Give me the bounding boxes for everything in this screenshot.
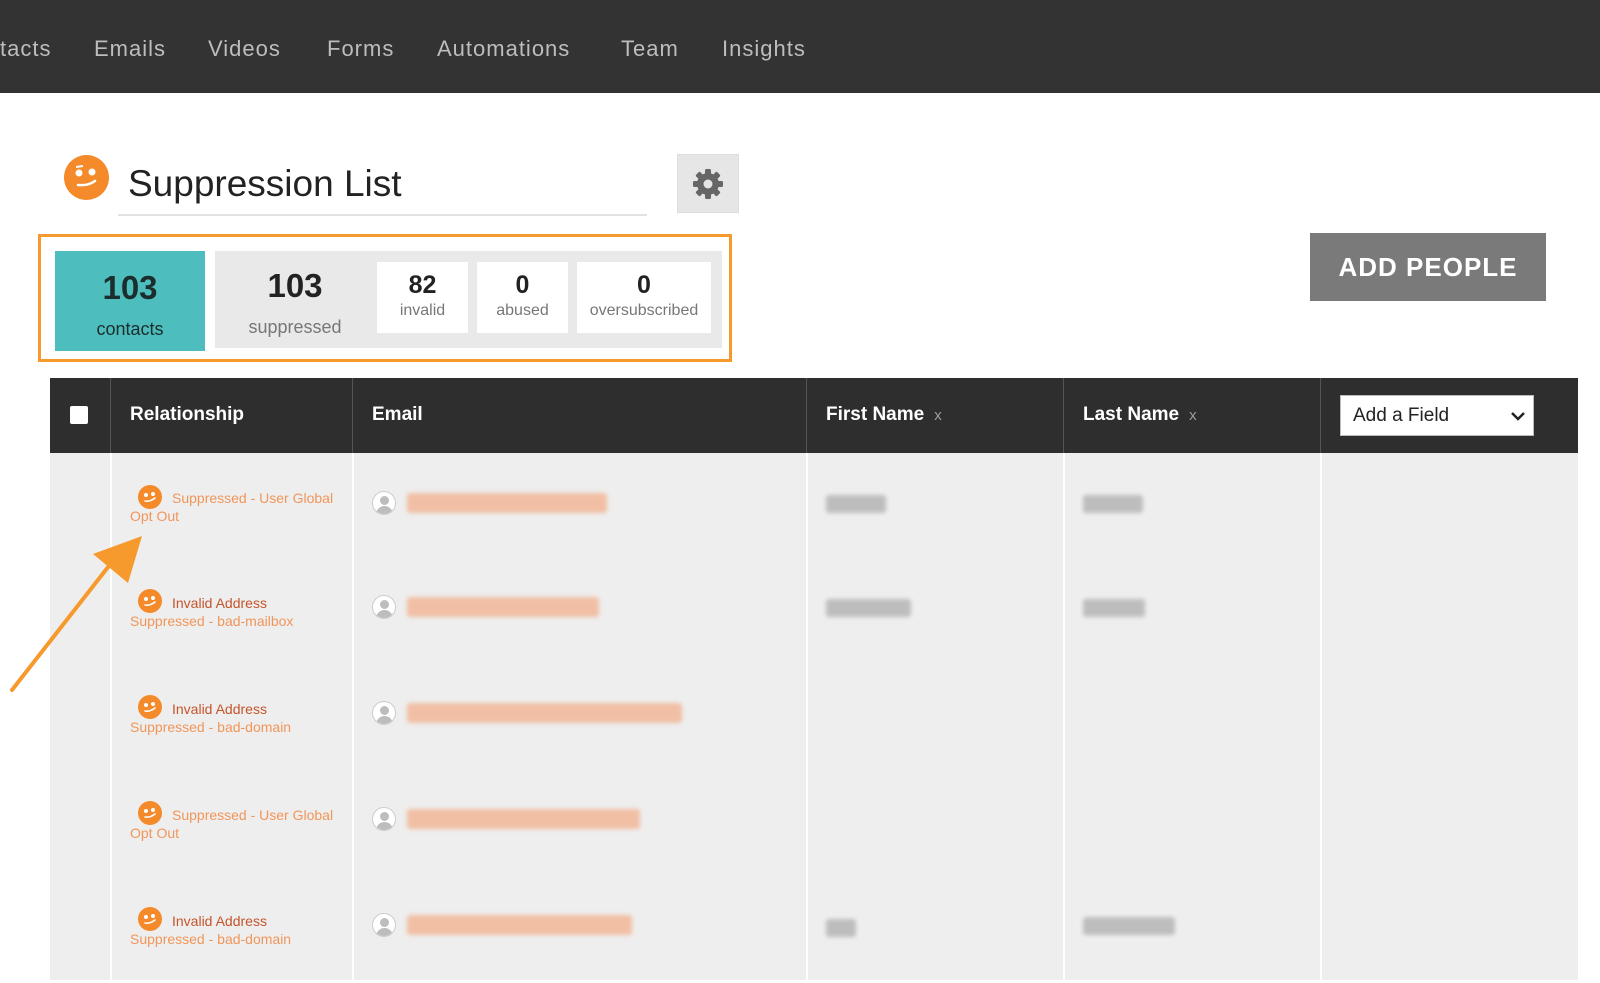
add-field-selected-value: Add a Field bbox=[1353, 405, 1450, 426]
stat-oversubscribed[interactable]: 0 oversubscribed bbox=[577, 262, 711, 333]
last-name-redacted bbox=[1083, 917, 1175, 935]
email-link-redacted[interactable] bbox=[407, 493, 607, 513]
relationship-status-detail: Opt Out bbox=[130, 508, 180, 524]
stat-oversubscribed-label: oversubscribed bbox=[589, 302, 699, 319]
relationship-status-detail: Opt Out bbox=[130, 825, 180, 841]
remove-last-name-column-button[interactable]: x bbox=[1189, 407, 1197, 424]
avatar bbox=[372, 807, 396, 831]
add-field-select[interactable]: Add a Field bbox=[1340, 395, 1534, 436]
gear-icon bbox=[693, 169, 723, 199]
nav-item-team[interactable]: Team bbox=[621, 36, 679, 62]
email-link-redacted[interactable] bbox=[407, 597, 599, 617]
remove-first-name-column-button[interactable]: x bbox=[934, 407, 942, 424]
stat-invalid-value: 82 bbox=[408, 271, 437, 299]
add-people-button[interactable]: ADD PEOPLE bbox=[1310, 233, 1546, 301]
relationship-status-detail: Suppressed - bad-domain bbox=[130, 719, 292, 735]
relationship-status-detail: Suppressed - bad-domain bbox=[130, 931, 292, 947]
header-first-name-label: First Name bbox=[826, 404, 925, 425]
first-name-redacted bbox=[826, 919, 856, 937]
smiley-face-icon bbox=[138, 801, 162, 825]
nav-item-automations[interactable]: Automations bbox=[437, 36, 570, 62]
table-body: Suppressed - User Global Opt Out Invalid… bbox=[50, 453, 1578, 980]
relationship-status: Suppressed - User Global bbox=[172, 490, 334, 506]
stat-invalid[interactable]: 82 invalid bbox=[377, 262, 468, 333]
stat-abused-label: abused bbox=[496, 302, 549, 319]
nav-item-contacts[interactable]: tacts bbox=[0, 36, 51, 62]
table-row[interactable]: Invalid Address Suppressed - bad-domain bbox=[50, 665, 1578, 771]
header-divider bbox=[1063, 378, 1064, 453]
stat-contacts-label: contacts bbox=[96, 319, 164, 339]
avatar bbox=[372, 595, 396, 619]
header-email-label: Email bbox=[372, 404, 423, 425]
avatar bbox=[372, 913, 396, 937]
stat-suppressed-value: 103 bbox=[267, 267, 323, 304]
relationship-status: Invalid Address bbox=[172, 701, 267, 717]
smiley-face-icon bbox=[138, 907, 162, 931]
stat-abused[interactable]: 0 abused bbox=[477, 262, 568, 333]
header-email[interactable]: Email bbox=[372, 404, 423, 426]
stat-oversubscribed-value: 0 bbox=[637, 271, 651, 299]
email-link-redacted[interactable] bbox=[407, 703, 682, 723]
stat-contacts[interactable]: 103 contacts bbox=[55, 251, 205, 351]
relationship-status-detail: Suppressed - bad-mailbox bbox=[130, 613, 294, 629]
last-name-redacted bbox=[1083, 495, 1143, 513]
header-first-name[interactable]: First Name x bbox=[826, 404, 942, 426]
select-all-checkbox[interactable] bbox=[70, 406, 88, 424]
header-relationship-label: Relationship bbox=[130, 404, 245, 425]
header-divider bbox=[1320, 378, 1321, 453]
title-underline bbox=[118, 214, 647, 216]
relationship-status: Invalid Address bbox=[172, 913, 267, 929]
nav-item-videos[interactable]: Videos bbox=[208, 36, 281, 62]
table-row[interactable]: Suppressed - User Global Opt Out bbox=[50, 453, 1578, 559]
nav-item-forms[interactable]: Forms bbox=[327, 36, 394, 62]
stat-suppressed[interactable]: 103 suppressed bbox=[215, 251, 375, 348]
stat-abused-value: 0 bbox=[515, 271, 530, 299]
email-link-redacted[interactable] bbox=[407, 809, 640, 829]
relationship-status: Suppressed - User Global bbox=[172, 807, 334, 823]
chevron-down-icon bbox=[1511, 412, 1525, 421]
smiley-face-icon bbox=[64, 155, 109, 200]
smiley-face-icon bbox=[138, 485, 162, 509]
first-name-redacted bbox=[826, 495, 886, 513]
nav-item-emails[interactable]: Emails bbox=[94, 36, 166, 62]
header-last-name[interactable]: Last Name x bbox=[1083, 404, 1197, 426]
email-link-redacted[interactable] bbox=[407, 915, 632, 935]
last-name-redacted bbox=[1083, 599, 1145, 617]
avatar bbox=[372, 701, 396, 725]
stat-suppressed-label: suppressed bbox=[248, 317, 342, 337]
stat-contacts-value: 103 bbox=[102, 269, 158, 306]
header-divider bbox=[806, 378, 807, 453]
settings-button[interactable] bbox=[677, 154, 739, 213]
table-row[interactable]: Invalid Address Suppressed - bad-mailbox bbox=[50, 559, 1578, 665]
table-header: Relationship Email First Name x Last Name… bbox=[50, 378, 1578, 453]
nav-item-insights[interactable]: Insights bbox=[722, 36, 806, 62]
header-divider bbox=[352, 378, 353, 453]
page-title[interactable]: Suppression List bbox=[128, 163, 402, 205]
table-row[interactable]: Invalid Address Suppressed - bad-domain bbox=[50, 877, 1578, 983]
avatar bbox=[372, 491, 396, 515]
header-divider bbox=[110, 378, 111, 453]
top-navigation: tacts Emails Videos Forms Automations Te… bbox=[0, 0, 1600, 93]
header-relationship[interactable]: Relationship bbox=[130, 404, 244, 426]
first-name-redacted bbox=[826, 599, 911, 617]
header-last-name-label: Last Name bbox=[1083, 404, 1180, 425]
table-row[interactable]: Suppressed - User Global Opt Out bbox=[50, 771, 1578, 877]
annotation-arrow-icon bbox=[10, 536, 142, 692]
stat-invalid-label: invalid bbox=[399, 302, 446, 319]
relationship-status: Invalid Address bbox=[172, 595, 267, 611]
